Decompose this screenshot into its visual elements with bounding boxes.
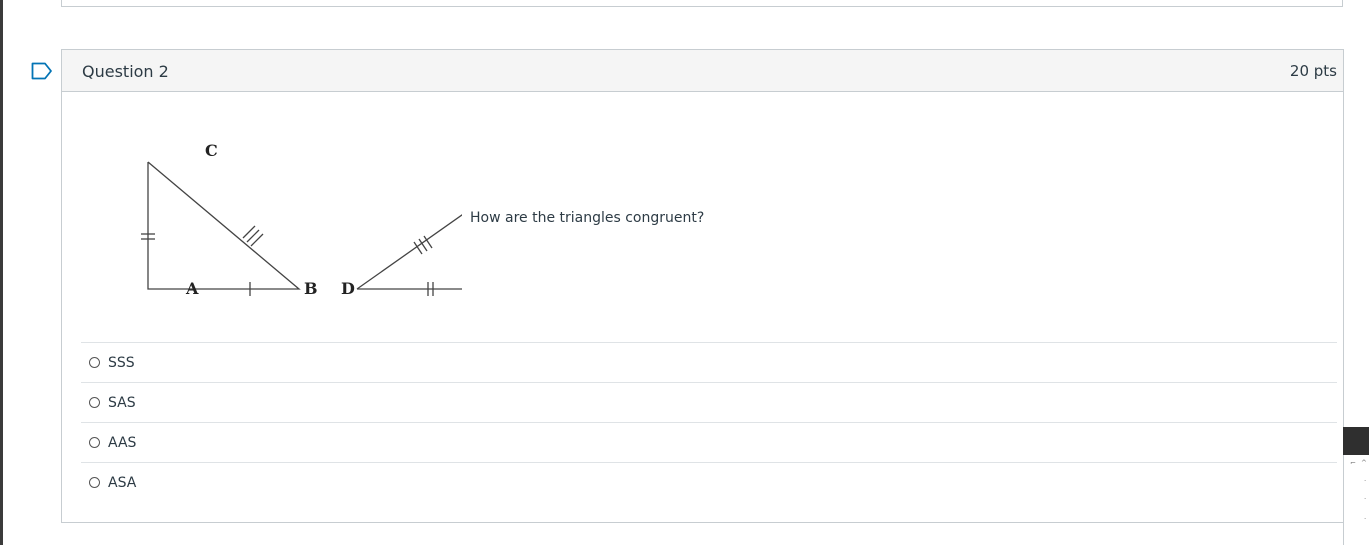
answer-option-sss[interactable]: SSS: [81, 342, 1337, 382]
side-widget-header[interactable]: [1343, 427, 1369, 455]
radio-icon[interactable]: [89, 397, 100, 408]
radio-icon[interactable]: [89, 437, 100, 448]
triangle-abc: [141, 161, 301, 296]
triangle-def: [356, 214, 462, 296]
answer-label: SSS: [108, 354, 135, 371]
question-card: Question 2 20 pts C A B D How are the tr…: [61, 49, 1344, 523]
left-rail: [0, 0, 3, 545]
answer-option-asa[interactable]: ASA: [81, 462, 1337, 502]
answer-label: SAS: [108, 394, 136, 411]
vertex-label-b: B: [304, 279, 318, 298]
question-title: Question 2: [82, 62, 169, 81]
vertex-label-a: A: [185, 279, 199, 298]
answer-list: SSS SAS AAS ASA: [81, 342, 1337, 502]
triangles-figure: C A B D E F: [141, 141, 462, 298]
radio-icon[interactable]: [89, 357, 100, 368]
question-points: 20 pts: [1289, 62, 1337, 80]
side-widget-panel[interactable]: ⌐ ^ · · ·: [1343, 455, 1369, 545]
vertex-label-c: C: [205, 141, 218, 160]
answer-option-sas[interactable]: SAS: [81, 382, 1337, 422]
flag-question-icon[interactable]: [31, 62, 53, 80]
vertex-label-d: D: [341, 279, 355, 298]
answer-label: ASA: [108, 474, 137, 491]
question-header: Question 2 20 pts: [62, 50, 1343, 92]
question-prompt: How are the triangles congruent?: [470, 210, 705, 226]
radio-icon[interactable]: [89, 477, 100, 488]
previous-question-card: [61, 0, 1343, 7]
answer-option-aas[interactable]: AAS: [81, 422, 1337, 462]
answer-label: AAS: [108, 434, 137, 451]
